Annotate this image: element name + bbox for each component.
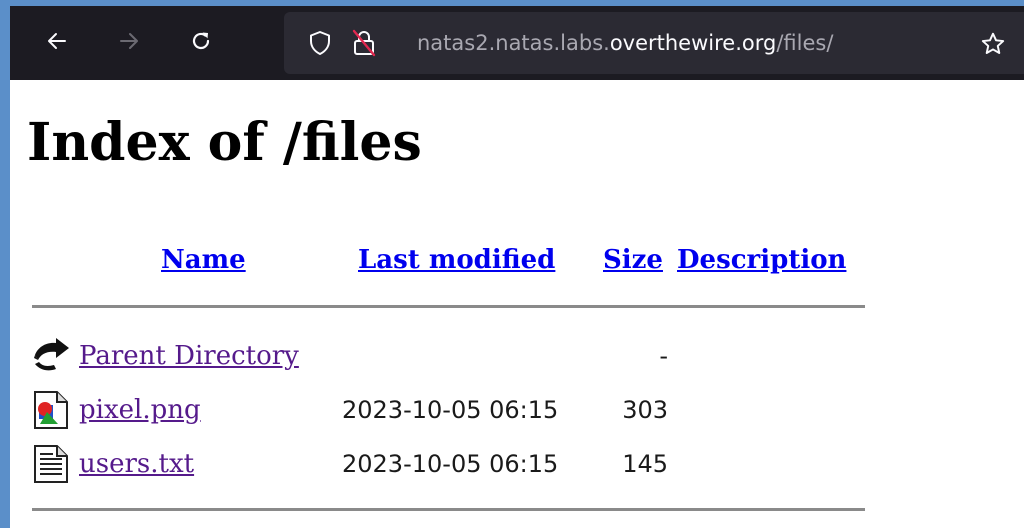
- url-prefix: natas2.natas.labs.: [417, 31, 610, 55]
- browser-window: natas2.natas.labs.overthewire.org/files/…: [0, 0, 1024, 528]
- back-arrow-icon: [32, 336, 72, 376]
- reload-icon: [189, 29, 213, 57]
- file-link-users-txt[interactable]: users.txt: [79, 444, 194, 484]
- column-header-size[interactable]: Size: [603, 240, 663, 280]
- column-header-last-modified[interactable]: Last modified: [358, 240, 555, 280]
- url-text[interactable]: natas2.natas.labs.overthewire.org/files/: [417, 29, 833, 57]
- image-file-icon: [32, 390, 72, 430]
- column-header-description[interactable]: Description: [677, 240, 846, 280]
- parent-directory-link[interactable]: Parent Directory: [79, 336, 299, 376]
- url-domain: overthewire.org: [609, 31, 777, 55]
- back-button[interactable]: [38, 24, 76, 62]
- page-content: Index of /files Name Last modified Size …: [10, 80, 1024, 528]
- reload-button[interactable]: [182, 24, 220, 62]
- file-link-pixel-png[interactable]: pixel.png: [79, 390, 201, 430]
- page-title: Index of /files: [27, 112, 422, 173]
- arrow-right-icon: [117, 29, 141, 57]
- shield-icon[interactable]: [306, 29, 334, 57]
- insecure-lock-icon[interactable]: [350, 29, 378, 57]
- row-size: -: [659, 342, 668, 370]
- text-file-icon: [32, 444, 72, 484]
- column-header-name[interactable]: Name: [161, 240, 246, 280]
- row-size: 303: [622, 396, 668, 424]
- star-outline-icon[interactable]: [978, 29, 1008, 59]
- address-bar[interactable]: natas2.natas.labs.overthewire.org/files/: [284, 12, 1024, 74]
- arrow-left-icon: [45, 29, 69, 57]
- url-path: /files/: [776, 31, 834, 55]
- row-last-modified: 2023-10-05 06:15: [342, 450, 559, 478]
- row-size: 145: [622, 450, 668, 478]
- browser-toolbar: natas2.natas.labs.overthewire.org/files/: [10, 6, 1024, 80]
- forward-button[interactable]: [110, 24, 148, 62]
- row-last-modified: 2023-10-05 06:15: [342, 396, 559, 424]
- divider-top: [32, 305, 865, 308]
- divider-bottom: [32, 508, 865, 511]
